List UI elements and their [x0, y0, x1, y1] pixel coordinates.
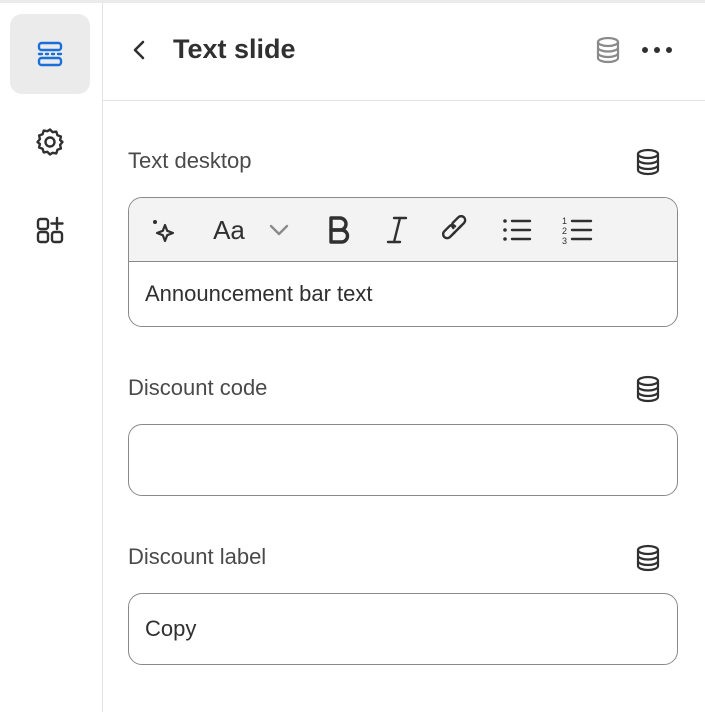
magic-button[interactable] [143, 210, 183, 250]
font-style-dropdown[interactable] [262, 210, 296, 250]
gear-icon [34, 126, 66, 158]
magic-icon [148, 215, 178, 245]
dynamic-source-button[interactable] [593, 35, 623, 65]
chevron-left-icon [130, 39, 150, 61]
text-desktop-dynamic-source-button[interactable] [632, 146, 664, 178]
chevron-down-icon [268, 223, 290, 237]
sidebar-item-sections[interactable] [10, 14, 90, 94]
font-style-button[interactable]: Aa [207, 210, 251, 250]
database-icon [635, 375, 661, 403]
back-button[interactable] [125, 35, 155, 65]
database-icon [635, 544, 661, 572]
italic-icon [385, 215, 409, 245]
more-horizontal-icon [641, 46, 673, 54]
bulleted-list-button[interactable] [497, 210, 537, 250]
sections-icon [35, 39, 65, 69]
link-button[interactable] [437, 210, 477, 250]
page-title: Text slide [173, 34, 296, 64]
discount-label-dynamic-source-button[interactable] [632, 542, 664, 574]
discount-code-dynamic-source-button[interactable] [632, 373, 664, 405]
apps-add-icon [35, 215, 65, 245]
svg-text:1: 1 [562, 216, 567, 226]
sidebar-rail [0, 3, 102, 712]
discount-label-value: Copy [145, 616, 197, 641]
bold-button[interactable] [319, 210, 359, 250]
discount-code-input[interactable] [128, 424, 678, 496]
panel-header: Text slide [103, 3, 705, 100]
rich-text-editor: Aa 1 2 3 Announcement bar text [128, 197, 678, 327]
sidebar-divider [102, 3, 103, 712]
discount-label-label: Discount label [128, 544, 267, 569]
bulleted-list-icon [501, 216, 533, 244]
sidebar-item-settings[interactable] [10, 102, 90, 182]
svg-text:3: 3 [562, 236, 567, 245]
rich-text-toolbar: Aa 1 2 3 [129, 198, 677, 262]
font-style-icon: Aa [213, 214, 245, 245]
more-actions-button[interactable] [640, 35, 674, 65]
bold-icon [327, 215, 351, 245]
database-icon [635, 148, 661, 176]
sidebar-item-apps[interactable] [10, 190, 90, 270]
database-icon [595, 36, 621, 64]
italic-button[interactable] [377, 210, 417, 250]
numbered-list-button[interactable]: 1 2 3 [557, 210, 597, 250]
discount-code-label: Discount code [128, 375, 268, 400]
text-desktop-label: Text desktop [128, 148, 252, 173]
header-divider [103, 100, 705, 101]
link-icon [442, 215, 472, 245]
text-desktop-value[interactable]: Announcement bar text [145, 281, 372, 307]
numbered-list-icon: 1 2 3 [561, 215, 593, 245]
discount-label-input[interactable]: Copy [128, 593, 678, 665]
svg-text:2: 2 [562, 226, 567, 236]
